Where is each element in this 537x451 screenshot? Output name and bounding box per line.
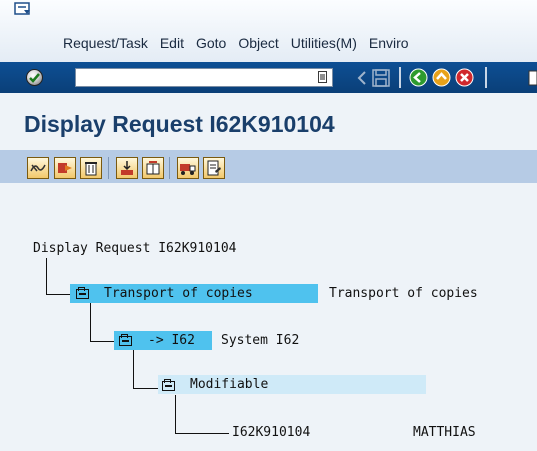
save-icon[interactable] [372,68,390,88]
toolbar-separator [169,157,170,179]
tree-node-request-owner: MATTHIAS [413,425,476,440]
tree-node-transport-description: Transport of copies [329,286,478,301]
tree-node-request-id[interactable]: I62K910104 [232,423,310,442]
tree-connector [133,348,134,389]
tree-node-transport-label[interactable]: Transport of copies [104,284,253,303]
folder-icon [119,334,132,346]
exit-icon[interactable] [432,68,451,87]
menu-toggle-icon[interactable] [14,2,32,16]
folder-icon [162,379,175,391]
folder-icon [76,287,89,299]
tree-connector [90,302,91,342]
menu-utilities[interactable]: Utilities(M) [291,35,357,51]
tree-node-target-label[interactable]: -> I62 [148,331,195,350]
command-field[interactable] [75,68,333,87]
menu-bar: Request/Task Edit Goto Object Utilities(… [0,0,537,63]
application-toolbar [0,150,537,183]
transport-truck-icon[interactable] [177,157,199,179]
menu-items: Request/Task Edit Goto Object Utilities(… [63,35,421,51]
menu-goto[interactable]: Goto [196,35,226,51]
cancel-icon[interactable] [455,68,474,87]
menu-request-task[interactable]: Request/Task [63,35,148,51]
object-list-icon[interactable] [54,157,76,179]
enter-icon[interactable] [26,69,43,86]
merge-icon[interactable] [142,157,164,179]
back-arrow-icon[interactable] [357,68,367,88]
tree-node-target-description: System I62 [221,333,300,348]
print-icon[interactable] [527,68,537,88]
toolbar-separator [108,157,109,179]
toolbar-separator [485,67,487,88]
tree-connector [46,294,73,295]
tree-connector [175,433,229,434]
back-icon[interactable] [409,68,428,87]
tree-connector [133,388,160,389]
release-icon[interactable] [116,157,138,179]
tree-node-modifiable-label[interactable]: Modifiable [190,375,268,394]
command-history-icon[interactable] [318,71,327,83]
toolbar-separator [399,67,401,88]
standard-toolbar [0,62,537,93]
delete-icon[interactable] [80,157,102,179]
tree-connector [46,258,47,295]
request-tree: Display Request I62K910104 Transport of … [0,196,537,451]
page-title: Display Request I62K910104 [24,111,335,137]
tree-connector [175,395,176,434]
tree-root[interactable]: Display Request I62K910104 [33,239,237,258]
menu-edit[interactable]: Edit [160,35,184,51]
display-change-icon[interactable] [27,157,49,179]
documentation-icon[interactable] [203,157,225,179]
menu-object[interactable]: Object [238,35,278,51]
tree-connector [90,341,117,342]
menu-environment[interactable]: Enviro [369,35,409,51]
